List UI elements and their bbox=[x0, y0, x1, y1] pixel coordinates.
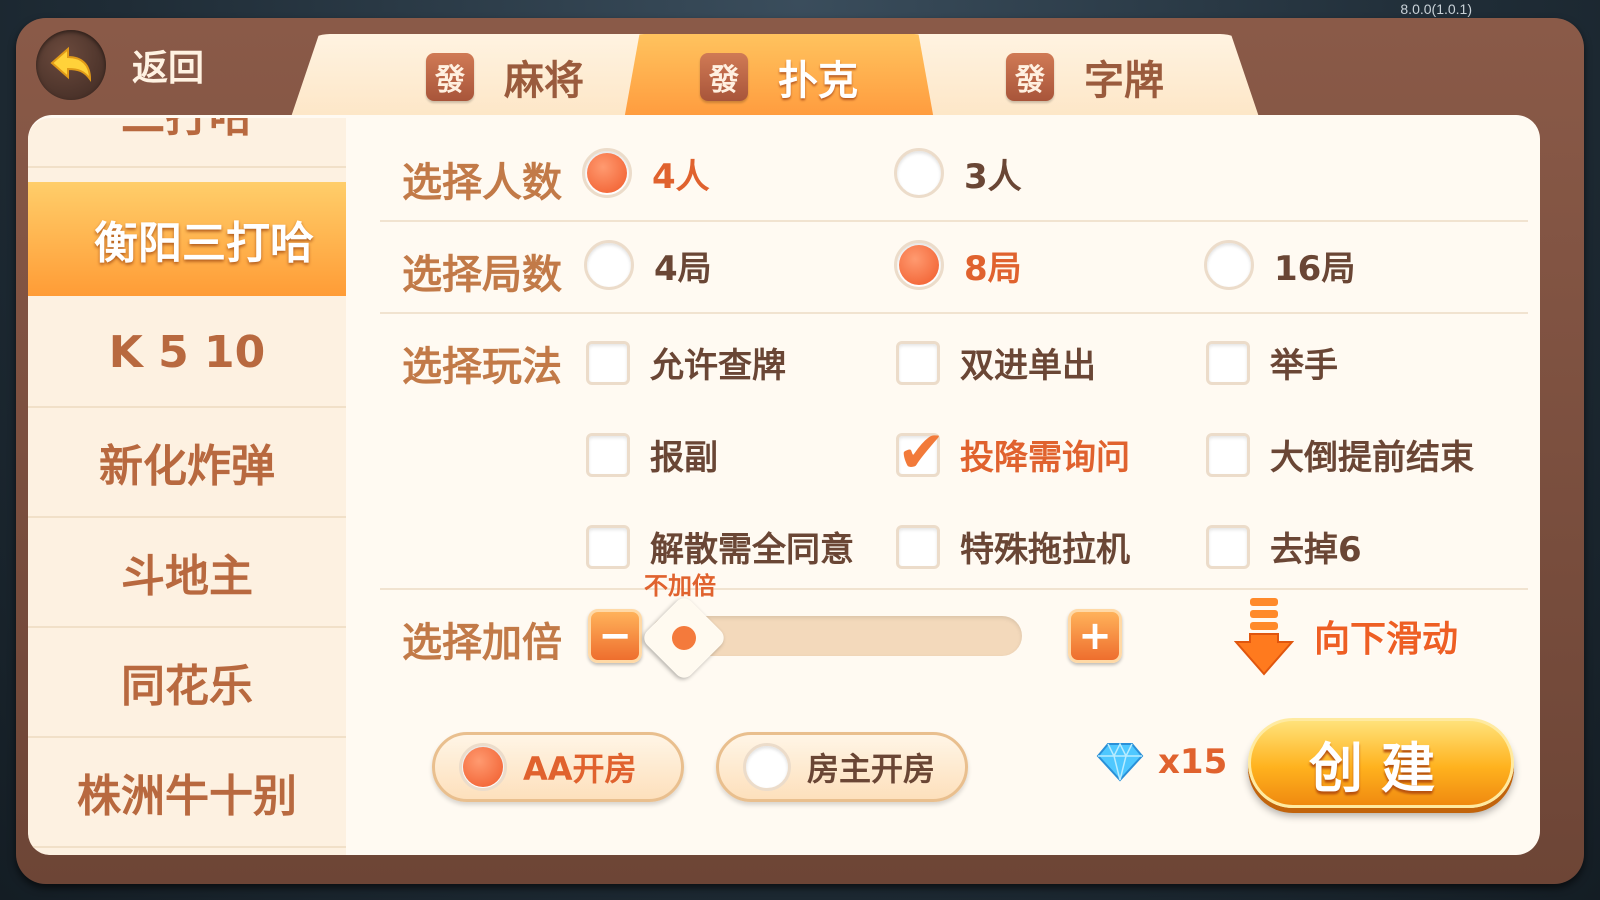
sidebar-item-hengyang-sandaha[interactable]: 衡阳三打哈 bbox=[28, 182, 346, 296]
rule-double-in-single-out[interactable]: 双进单出 bbox=[896, 338, 1096, 387]
sidebar-item-xinhua-bomb[interactable]: 新化炸弹 bbox=[28, 408, 346, 518]
multiplier-value: 不加倍 bbox=[644, 572, 716, 600]
rule-raise-hand[interactable]: 举手 bbox=[1206, 338, 1338, 387]
radio-button[interactable] bbox=[743, 743, 791, 791]
sidebar-item-tonghuale[interactable]: 同花乐 bbox=[28, 628, 346, 738]
rounds-label: 选择局数 bbox=[402, 252, 562, 298]
tile-icon: 發 bbox=[426, 53, 474, 101]
radio-button[interactable] bbox=[894, 240, 944, 290]
divider bbox=[380, 312, 1528, 314]
tile-icon: 發 bbox=[1006, 53, 1054, 101]
checkbox[interactable] bbox=[1206, 524, 1250, 569]
option-label: 投降需询问 bbox=[960, 438, 1130, 478]
option-label: 房主开房 bbox=[807, 750, 936, 788]
rule-allow-check-cards[interactable]: 允许查牌 bbox=[586, 338, 786, 387]
checkbox[interactable] bbox=[586, 524, 630, 569]
option-label: 解散需全同意 bbox=[650, 530, 854, 570]
radio-button[interactable] bbox=[1204, 240, 1254, 290]
checkbox[interactable] bbox=[896, 524, 940, 569]
scroll-down-hint: 向下滑动 bbox=[1233, 596, 1459, 676]
tab-label: 麻将 bbox=[504, 58, 584, 104]
sidebar-item-doudizhu[interactable]: 斗地主 bbox=[28, 518, 346, 628]
option-label: 允许查牌 bbox=[650, 346, 786, 386]
checkbox[interactable] bbox=[1206, 432, 1250, 477]
tab-label: 字牌 bbox=[1084, 58, 1164, 104]
option-label: 3人 bbox=[964, 156, 1022, 197]
rule-dissolve-all-agree[interactable]: 解散需全同意 bbox=[586, 522, 854, 571]
option-label: 4局 bbox=[654, 248, 712, 289]
checkbox[interactable] bbox=[1206, 340, 1250, 385]
scroll-hint-text: 向下滑动 bbox=[1314, 619, 1459, 660]
players-option-4[interactable]: 4人 bbox=[582, 148, 710, 198]
option-label: 8局 bbox=[964, 248, 1022, 289]
back-button[interactable]: 返回 bbox=[36, 25, 236, 105]
tab-zipai[interactable]: 發 字牌 bbox=[930, 34, 1240, 120]
pay-host-button[interactable]: 房主开房 bbox=[716, 732, 968, 802]
radio-button[interactable] bbox=[894, 148, 944, 198]
arrow-down-icon bbox=[1233, 596, 1295, 676]
sidebar-item-k510[interactable]: K 5 10 bbox=[28, 298, 346, 408]
rule-special-tractor[interactable]: 特殊拖拉机 bbox=[896, 522, 1130, 571]
tab-label: 扑克 bbox=[778, 58, 858, 104]
game-list-sidebar[interactable]: 二打哈 衡阳三打哈 K 5 10 新化炸弹 斗地主 同花乐 株洲牛十别 bbox=[28, 118, 346, 855]
pay-aa-button[interactable]: AA开房 bbox=[432, 732, 684, 802]
checkbox[interactable] bbox=[586, 340, 630, 385]
option-label: 特殊拖拉机 bbox=[960, 530, 1130, 570]
rule-early-finish[interactable]: 大倒提前结束 bbox=[1206, 430, 1474, 479]
option-label: 报副 bbox=[650, 438, 718, 478]
tab-poker[interactable]: 發 扑克 bbox=[624, 34, 934, 120]
divider bbox=[380, 588, 1528, 590]
back-arrow-icon bbox=[36, 30, 106, 100]
sidebar-item-zhuzhou-niushibie[interactable]: 株洲牛十别 bbox=[28, 738, 346, 848]
back-label: 返回 bbox=[132, 48, 205, 89]
rounds-option-16[interactable]: 16局 bbox=[1204, 240, 1355, 290]
divider bbox=[380, 220, 1528, 222]
option-label: 去掉6 bbox=[1270, 530, 1362, 570]
rule-baofu[interactable]: 报副 bbox=[586, 430, 718, 479]
sidebar-item-erdaha[interactable]: 二打哈 bbox=[28, 118, 346, 168]
tile-icon: 發 bbox=[700, 53, 748, 101]
players-option-3[interactable]: 3人 bbox=[894, 148, 1022, 198]
checkbox[interactable] bbox=[586, 432, 630, 477]
option-label: 大倒提前结束 bbox=[1270, 438, 1474, 478]
cost-text: x15 bbox=[1158, 742, 1228, 782]
checkbox[interactable] bbox=[896, 340, 940, 385]
radio-button[interactable] bbox=[582, 148, 632, 198]
diamond-icon bbox=[1096, 742, 1144, 782]
rules-label: 选择玩法 bbox=[402, 344, 562, 390]
radio-button[interactable] bbox=[584, 240, 634, 290]
radio-button[interactable] bbox=[459, 743, 507, 791]
room-cost: x15 bbox=[1096, 742, 1227, 782]
rule-surrender-ask[interactable]: 投降需询问 bbox=[896, 418, 1130, 486]
version-label: 8.0.0(1.0.1) bbox=[1400, 1, 1472, 17]
multiplier-plus-button[interactable]: + bbox=[1068, 609, 1122, 663]
multiplier-minus-button[interactable]: − bbox=[588, 609, 642, 663]
tab-mahjong[interactable]: 發 麻将 bbox=[350, 34, 660, 120]
option-label: 16局 bbox=[1274, 248, 1356, 289]
multiplier-label: 选择加倍 bbox=[402, 620, 562, 666]
checkbox[interactable] bbox=[896, 418, 946, 486]
option-label: 4人 bbox=[652, 156, 710, 197]
option-label: 双进单出 bbox=[960, 346, 1096, 386]
create-room-button[interactable]: 创建 bbox=[1248, 718, 1514, 808]
rule-remove-six[interactable]: 去掉6 bbox=[1206, 522, 1362, 571]
option-label: 举手 bbox=[1270, 346, 1338, 386]
rounds-option-4[interactable]: 4局 bbox=[584, 240, 712, 290]
rounds-option-8[interactable]: 8局 bbox=[894, 240, 1022, 290]
players-label: 选择人数 bbox=[402, 160, 562, 206]
option-label: AA开房 bbox=[523, 750, 637, 788]
